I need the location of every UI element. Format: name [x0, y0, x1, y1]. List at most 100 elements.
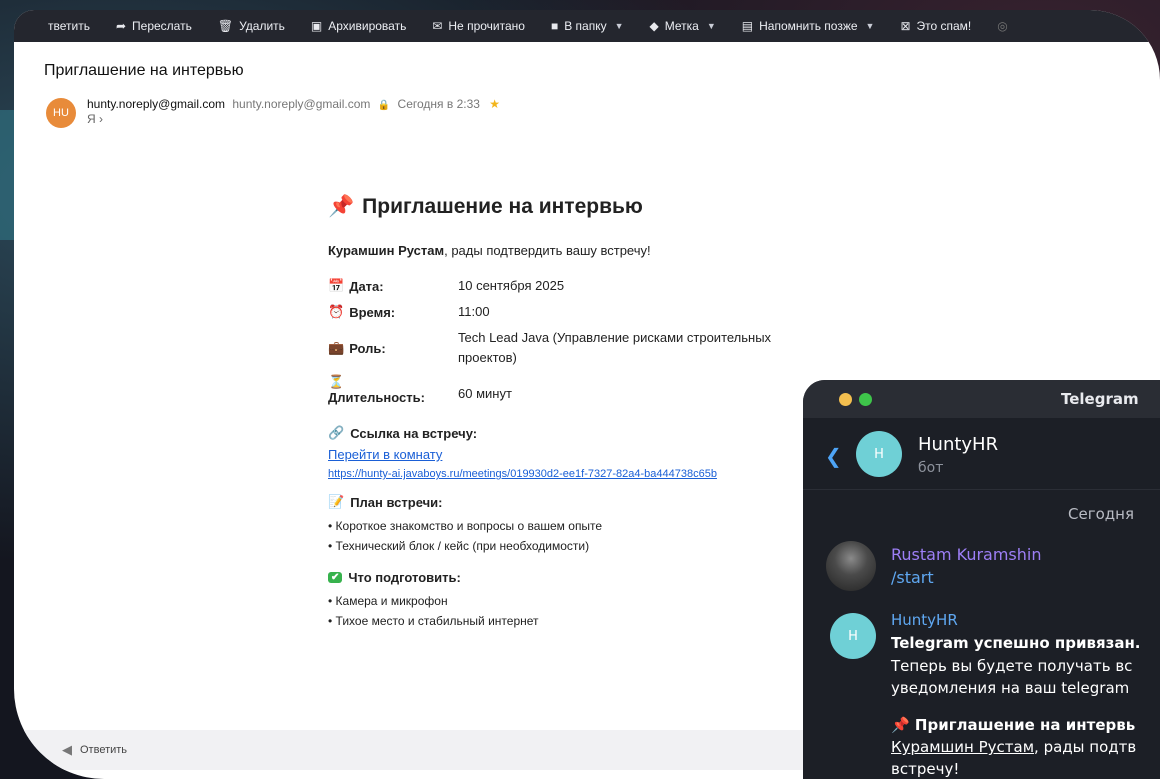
reply-button-label: тветить: [48, 19, 90, 33]
plan-section-title: 📝 План встречи:: [328, 494, 828, 510]
role-key: 💼 Роль:: [328, 328, 458, 368]
chat-header: ❮ H HuntyHR бот: [803, 418, 1160, 490]
time-value: 11:00: [458, 304, 490, 319]
move-to-folder-button[interactable]: ■ В папку ▼: [551, 19, 624, 33]
user-avatar-photo[interactable]: [826, 541, 876, 591]
archive-button-label: Архивировать: [328, 19, 407, 33]
prepare-section-title: ✔ Что подготовить:: [328, 570, 828, 585]
message-invite-greeting: Курамшин Рустам, рады подтв: [891, 738, 1136, 756]
forward-icon: ➦: [115, 19, 127, 33]
folder-icon: ■: [550, 19, 559, 33]
greeting-text: , рады подтвердить вашу встречу!: [444, 243, 651, 258]
chat-avatar[interactable]: H: [856, 431, 902, 477]
prepare-item: • Камера и микрофон: [328, 594, 448, 608]
plan-item: • Технический блок / кейс (при необходим…: [328, 539, 590, 553]
date-divider: Сегодня: [1068, 505, 1134, 523]
mail-toolbar: тветить ➦ Переслать 🗑 Удалить ▣ Архивиро…: [14, 10, 1160, 42]
message-invite-heading: 📌 Приглашение на интервь: [891, 716, 1135, 734]
mark-unread-button[interactable]: ✉ Не прочитано: [432, 19, 525, 33]
link-section: 🔗 Ссылка на встречу: Перейти в комнату h…: [328, 425, 828, 480]
link-section-label: Ссылка на встречу:: [350, 425, 478, 441]
trash-icon: 🗑: [217, 19, 234, 33]
message-text: Теперь вы будете получать вс: [891, 657, 1133, 675]
email-body: 📌 Приглашение на интервью Курамшин Руста…: [328, 195, 828, 645]
email-date: Сегодня в 2:33: [397, 97, 480, 111]
spam-button[interactable]: ⊠ Это спам!: [900, 19, 971, 33]
plan-section: 📝 План встречи: • Короткое знакомство и …: [328, 494, 828, 556]
briefcase-icon: 💼: [328, 340, 345, 355]
time-key: ⏰ Время:: [328, 302, 458, 322]
forward-button-label: Переслать: [132, 19, 192, 33]
telegram-window: Telegram ❮ H HuntyHR бот Сегодня Rustam …: [803, 380, 1160, 779]
date-label: Дата:: [349, 278, 384, 294]
role-label: Роль:: [349, 340, 386, 356]
invite-name: Курамшин Рустам: [891, 738, 1035, 756]
tag-icon: ◆: [649, 19, 659, 33]
minimize-window-icon[interactable]: [839, 393, 852, 406]
spam-icon: ⊠: [900, 19, 911, 33]
meeting-url-link[interactable]: https://hunty-ai.javaboys.ru/meetings/01…: [328, 468, 828, 480]
zoom-window-icon[interactable]: [859, 393, 872, 406]
link-icon: 🔗: [328, 425, 345, 440]
label-button-label: Метка: [664, 19, 699, 33]
time-label: Время:: [349, 304, 396, 320]
remind-later-button[interactable]: ▤ Напомнить позже ▼: [742, 19, 875, 33]
date-value: 10 сентября 2025: [458, 278, 565, 293]
prepare-title: Что подготовить:: [348, 570, 461, 585]
invite-greeting-text: , рады подтв: [1034, 738, 1137, 756]
plan-item: • Короткое знакомство и вопросы о вашем …: [328, 519, 603, 533]
chevron-down-icon: ▼: [614, 21, 624, 31]
meeting-details: 📅 Дата: 10 сентября 2025 ⏰ Время: 11:00 …: [328, 276, 828, 405]
sender-name[interactable]: hunty.noreply@gmail.com: [87, 97, 225, 111]
greeting-name: Курамшин Рустам: [328, 243, 445, 258]
greeting: Курамшин Рустам, рады подтвердить вашу в…: [328, 243, 828, 258]
duration-label: Длительность:: [328, 390, 425, 405]
reply-arrow-icon: ◀: [62, 742, 72, 757]
chevron-down-icon: ▼: [706, 21, 716, 31]
message-sender[interactable]: HuntyHR: [891, 611, 958, 629]
recipient-line[interactable]: Я ›: [87, 112, 103, 126]
back-arrow-icon[interactable]: ❮: [825, 444, 842, 468]
chevron-down-icon: ▼: [865, 21, 875, 31]
archive-icon: ▣: [310, 19, 323, 33]
message-sender[interactable]: Rustam Kuramshin: [891, 545, 1042, 564]
label-button[interactable]: ◆ Метка ▼: [650, 19, 716, 33]
envelope-icon: ✉: [432, 19, 443, 33]
reply-button[interactable]: тветить: [48, 19, 90, 33]
email-subject: Приглашение на интервью: [44, 62, 244, 79]
spam-button-label: Это спам!: [916, 19, 972, 33]
join-room-link[interactable]: Перейти в комнату: [328, 447, 828, 462]
plan-title: План встречи:: [350, 494, 443, 510]
chat-name[interactable]: HuntyHR: [918, 434, 998, 455]
date-key: 📅 Дата:: [328, 276, 458, 296]
prepare-item: • Тихое место и стабильный интернет: [328, 614, 539, 628]
telegram-titlebar: Telegram: [803, 380, 1160, 418]
move-to-folder-label: В папку: [564, 19, 607, 33]
message-text[interactable]: /start: [891, 568, 934, 587]
quick-reply-label: Ответить: [80, 744, 128, 756]
star-icon[interactable]: ★: [489, 97, 500, 111]
more-button[interactable]: ◎: [997, 19, 1007, 33]
hourglass-icon: ⏳: [328, 374, 345, 389]
invite-heading-text: Приглашение на интервь: [914, 716, 1136, 734]
mark-unread-label: Не прочитано: [448, 19, 525, 33]
duration-value: 60 минут: [458, 386, 512, 401]
chat-status: бот: [918, 460, 944, 476]
telegram-window-title: Telegram: [1061, 390, 1139, 408]
prepare-section: ✔ Что подготовить: • Камера и микрофон •…: [328, 570, 828, 631]
lock-icon: 🔒: [377, 100, 391, 111]
message-text: уведомления на ваш telegram: [891, 679, 1130, 697]
role-value: Tech Lead Java (Управление рисками строи…: [458, 330, 772, 365]
bot-avatar[interactable]: H: [830, 613, 876, 659]
message-text: встречу!: [891, 760, 960, 778]
memo-icon: 📝: [328, 494, 345, 509]
link-section-title: 🔗 Ссылка на встречу:: [328, 425, 828, 441]
remind-later-label: Напомнить позже: [759, 19, 858, 33]
body-heading: 📌 Приглашение на интервью: [328, 195, 828, 219]
sender-address[interactable]: hunty.noreply@gmail.com: [232, 97, 370, 111]
archive-button[interactable]: ▣ Архивировать: [311, 19, 406, 33]
delete-button[interactable]: 🗑 Удалить: [218, 19, 285, 33]
message-bold-line: Telegram успешно привязан.: [891, 634, 1141, 652]
sender-avatar[interactable]: HU: [46, 98, 76, 128]
forward-button[interactable]: ➦ Переслать: [116, 19, 192, 33]
